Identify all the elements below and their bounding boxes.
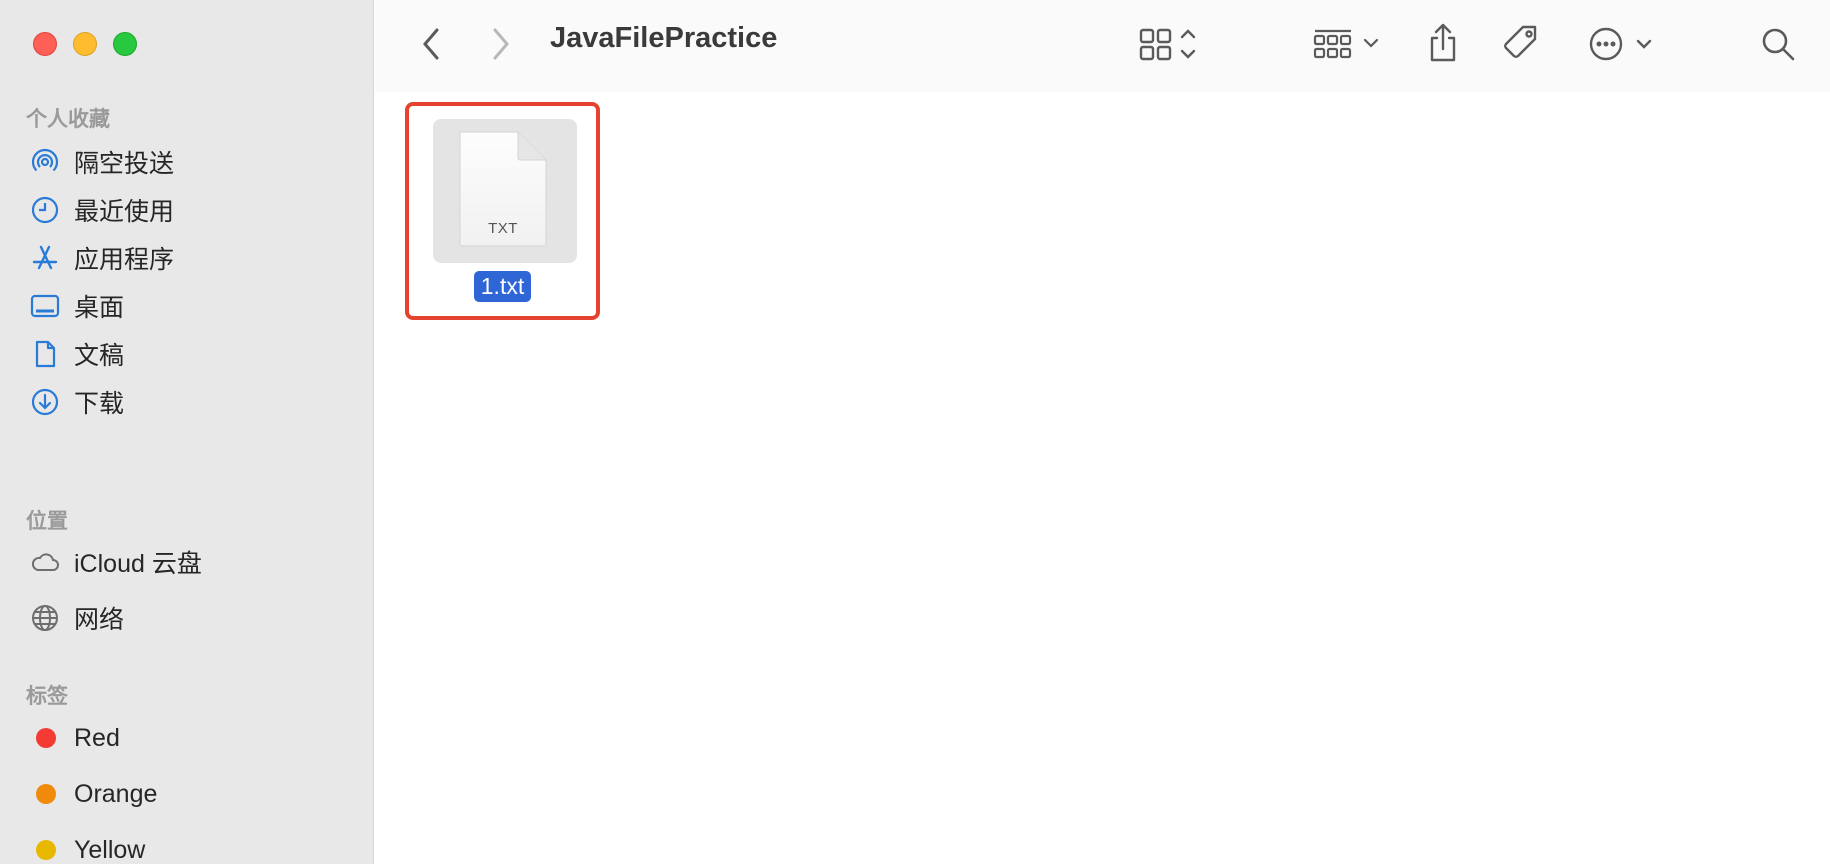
tag-icon xyxy=(1504,25,1537,58)
sidebar-item-icloud-drive[interactable]: iCloud 云盘 xyxy=(28,540,358,584)
sidebar-item-label: 隔空投送 xyxy=(74,150,175,178)
sidebar: 个人收藏 隔空投送 最近使用 应用程序 桌面 文稿 下载 位置 iCloud 云… xyxy=(0,0,374,864)
tags-section-title: 标签 xyxy=(26,685,68,708)
sidebar-item-downloads[interactable]: 下载 xyxy=(28,380,358,424)
sidebar-item-desktop[interactable]: 桌面 xyxy=(28,284,358,328)
txt-document-icon: TXT xyxy=(457,130,549,248)
view-mode-button[interactable] xyxy=(1138,24,1218,64)
sidebar-item-label: 最近使用 xyxy=(74,198,175,226)
sidebar-tag-yellow[interactable]: Yellow xyxy=(28,828,358,864)
sidebar-tag-red[interactable]: Red xyxy=(28,716,358,760)
forward-icon xyxy=(493,28,509,60)
file-browser-content: TXT 1.txt xyxy=(375,92,1830,864)
back-icon xyxy=(423,28,439,60)
file-thumbnail: TXT xyxy=(433,119,577,263)
favorites-section-title: 个人收藏 xyxy=(26,108,110,131)
applications-icon xyxy=(28,241,62,275)
view-grid-icon xyxy=(1139,28,1196,61)
globe-icon xyxy=(28,601,62,635)
sidebar-item-label: Yellow xyxy=(74,835,146,864)
more-actions-button[interactable] xyxy=(1588,24,1658,64)
file-name-label[interactable]: 1.txt xyxy=(409,271,596,302)
file-type-label: TXT xyxy=(488,220,518,237)
orange-tag-dot-icon xyxy=(36,784,56,804)
close-window-button[interactable] xyxy=(33,32,57,56)
forward-button[interactable] xyxy=(485,24,517,64)
sidebar-item-airdrop[interactable]: 隔空投送 xyxy=(28,140,358,184)
back-button[interactable] xyxy=(415,24,447,64)
search-button[interactable] xyxy=(1758,24,1798,64)
toolbar: JavaFilePractice xyxy=(375,0,1830,92)
minimize-window-button[interactable] xyxy=(73,32,97,56)
airdrop-icon xyxy=(28,145,62,179)
sidebar-item-applications[interactable]: 应用程序 xyxy=(28,236,358,280)
search-icon xyxy=(1762,28,1795,61)
file-name-text[interactable]: 1.txt xyxy=(473,271,532,302)
cloud-icon xyxy=(28,545,62,579)
document-icon xyxy=(28,337,62,371)
zoom-window-button[interactable] xyxy=(113,32,137,56)
sidebar-item-label: 桌面 xyxy=(74,294,125,322)
file-item[interactable]: TXT 1.txt xyxy=(405,102,600,320)
desktop-icon xyxy=(28,289,62,323)
sidebar-item-network[interactable]: 网络 xyxy=(28,596,358,640)
finder-window: 个人收藏 隔空投送 最近使用 应用程序 桌面 文稿 下载 位置 iCloud 云… xyxy=(0,0,1830,864)
yellow-tag-dot-icon xyxy=(36,840,56,860)
group-icon xyxy=(1313,29,1379,59)
sidebar-tag-orange[interactable]: Orange xyxy=(28,772,358,816)
sidebar-item-label: iCloud 云盘 xyxy=(74,550,202,578)
sidebar-item-label: 网络 xyxy=(74,606,125,634)
window-title: JavaFilePractice xyxy=(550,22,778,54)
window-controls xyxy=(33,32,137,56)
share-button[interactable] xyxy=(1425,20,1461,66)
more-icon xyxy=(1589,27,1652,61)
sidebar-item-label: 下载 xyxy=(74,390,125,418)
red-tag-dot-icon xyxy=(36,728,56,748)
sidebar-item-label: 应用程序 xyxy=(74,246,175,274)
clock-icon xyxy=(28,193,62,227)
sidebar-item-label: 文稿 xyxy=(74,342,125,370)
group-button[interactable] xyxy=(1313,24,1393,64)
sidebar-item-documents[interactable]: 文稿 xyxy=(28,332,358,376)
download-icon xyxy=(28,385,62,419)
sidebar-item-recents[interactable]: 最近使用 xyxy=(28,188,358,232)
sidebar-item-label: Red xyxy=(74,723,120,752)
tag-button[interactable] xyxy=(1500,22,1542,64)
locations-section-title: 位置 xyxy=(26,510,68,533)
share-icon xyxy=(1430,23,1456,62)
sidebar-item-label: Orange xyxy=(74,779,158,808)
